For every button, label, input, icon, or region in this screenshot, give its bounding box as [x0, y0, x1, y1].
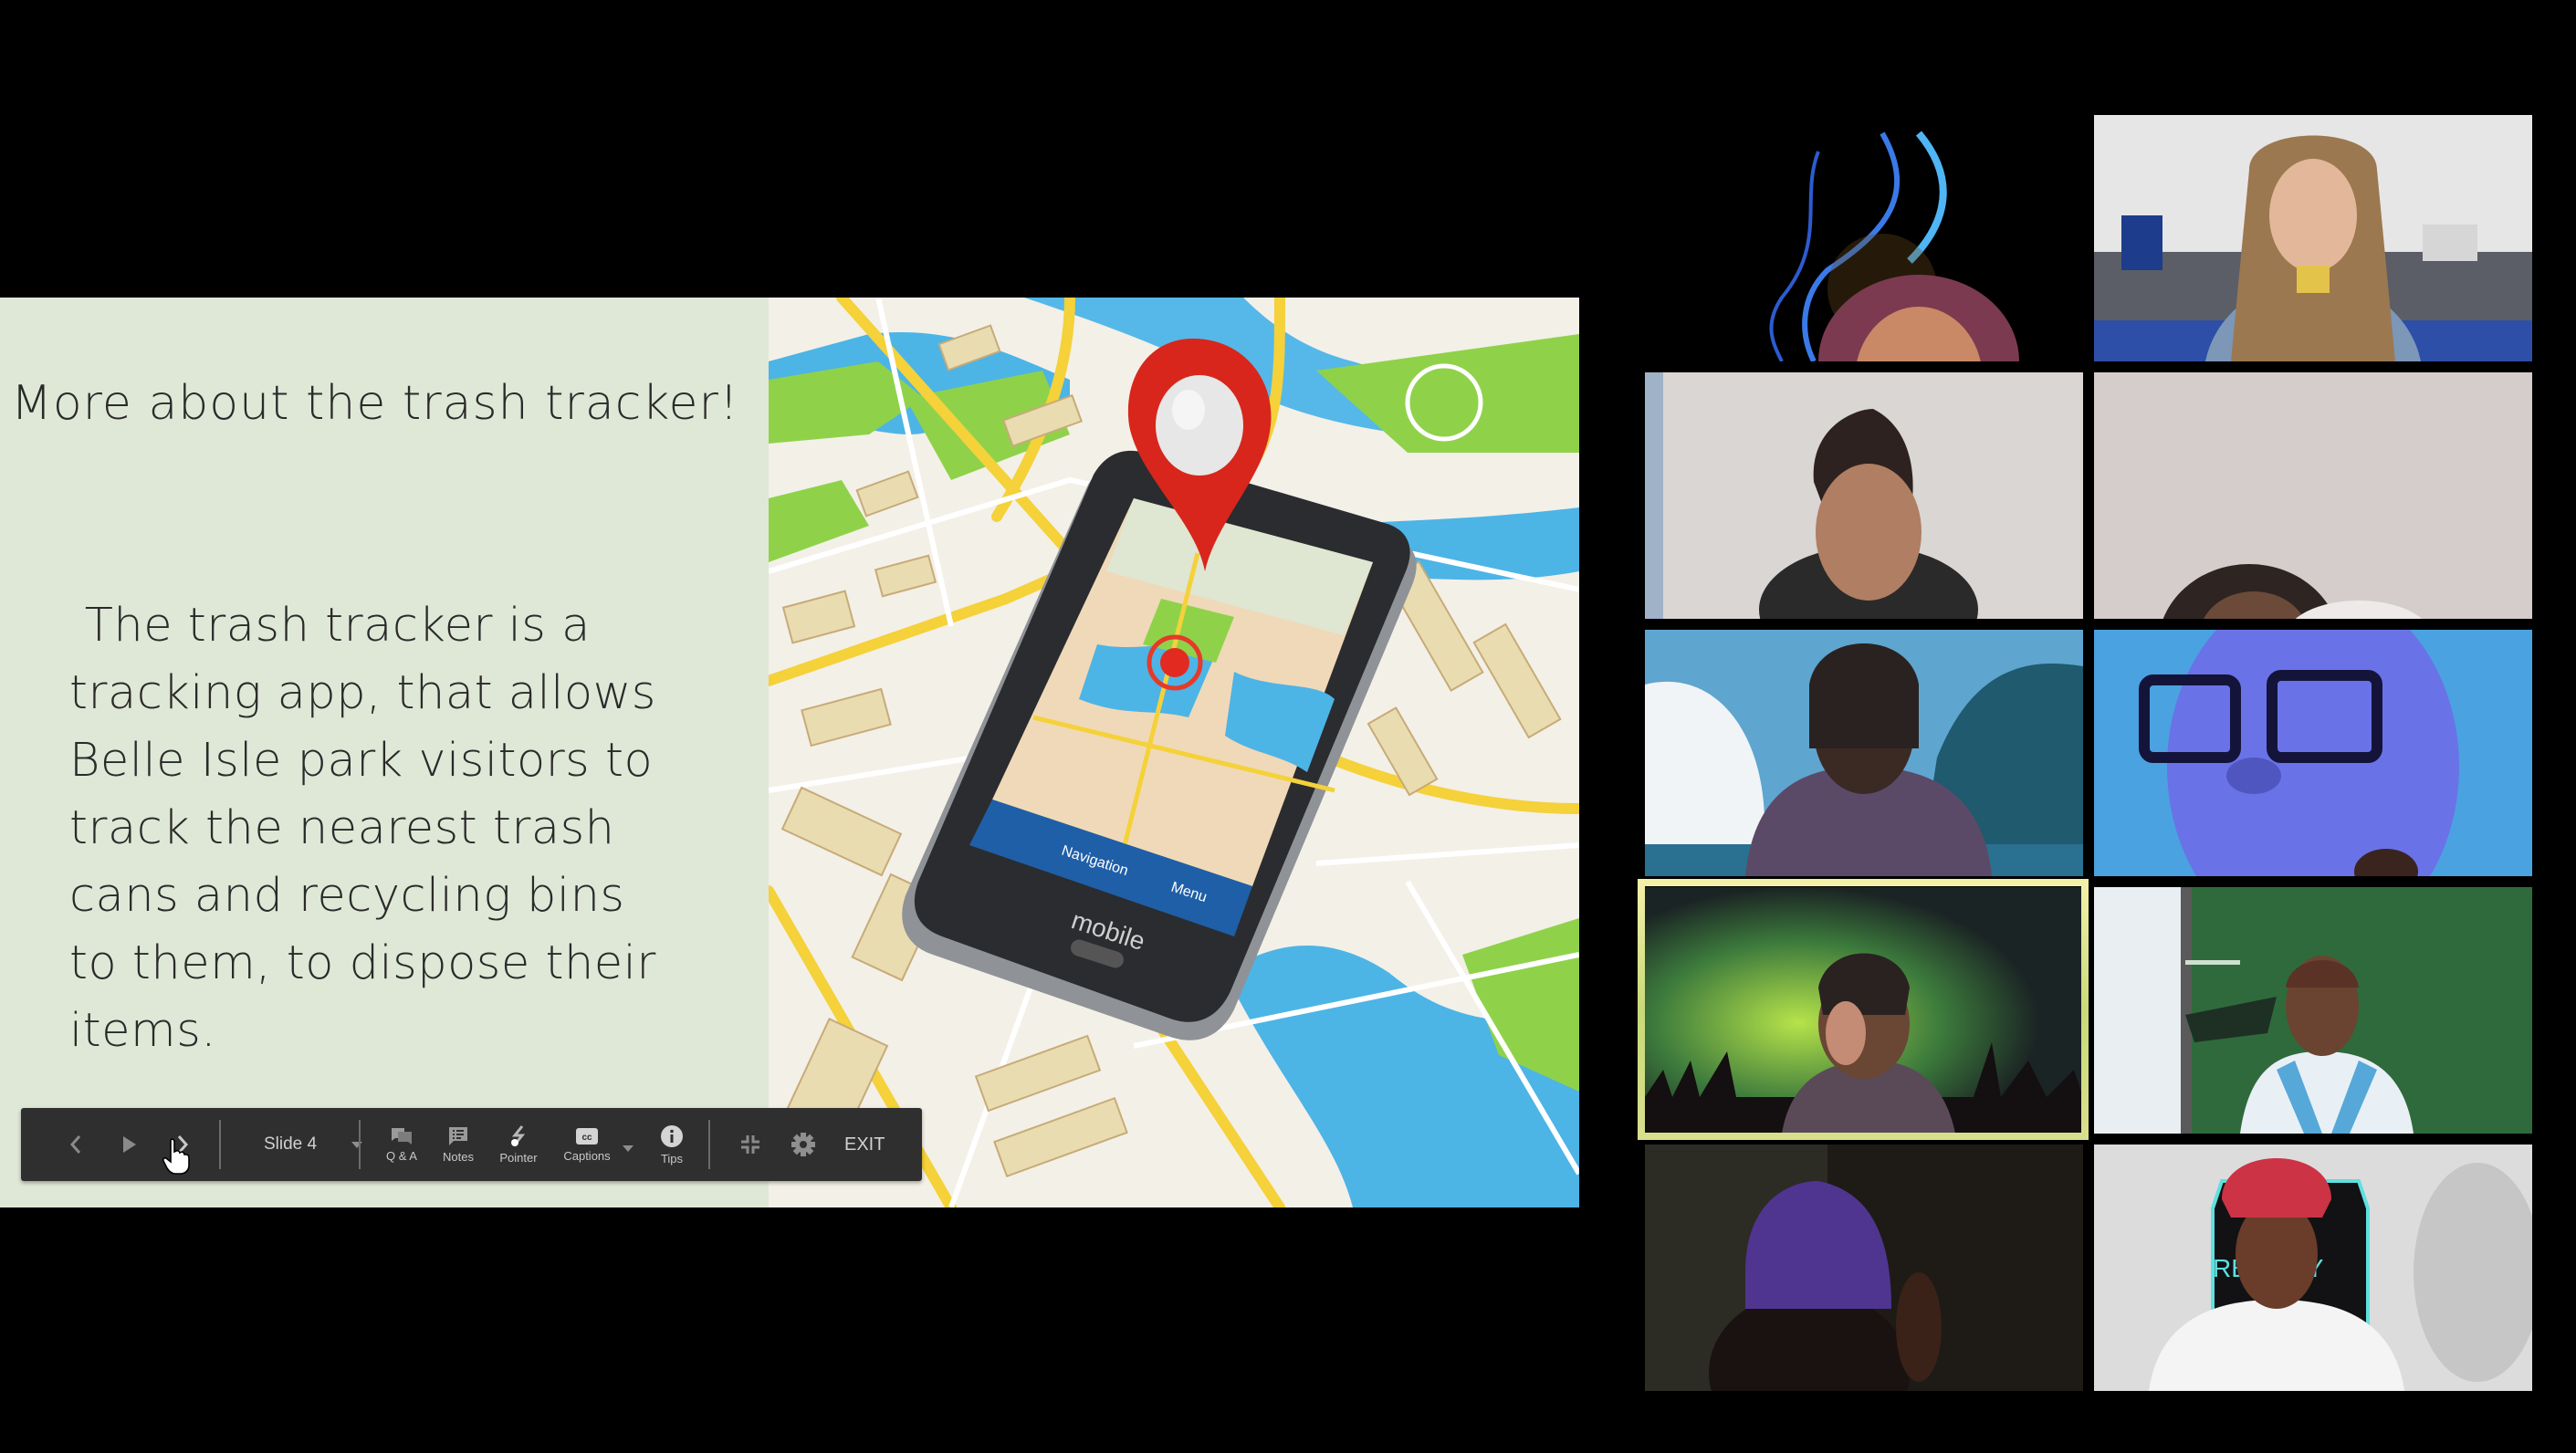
play-icon — [123, 1136, 136, 1153]
chevron-down-icon — [623, 1145, 634, 1152]
notes-label: Notes — [443, 1149, 474, 1164]
gear-icon — [791, 1133, 815, 1156]
slide-body-line: The trash tracker is a — [69, 599, 591, 653]
pointer-label: Pointer — [499, 1150, 538, 1165]
participant-video-tile[interactable] — [1645, 115, 2083, 361]
participant-video-tile[interactable] — [2094, 887, 2532, 1134]
participant-video-tile[interactable] — [1645, 1145, 2083, 1391]
tips-label: Tips — [660, 1151, 684, 1166]
slide-selector-dropdown[interactable]: Slide 4 — [243, 1108, 371, 1181]
participant-video-tile[interactable]: RE LITY — [2094, 1145, 2532, 1391]
participant-video-tile[interactable] — [1645, 372, 2083, 619]
toolbar-divider — [359, 1120, 361, 1169]
svg-text:cc: cc — [581, 1133, 592, 1143]
slide-selector-value: Slide 4 — [264, 1134, 318, 1154]
chevron-right-icon — [177, 1135, 189, 1154]
slide-body-line: Belle Isle park visitors to — [69, 734, 654, 788]
slide-body-line: to them, to dispose their — [69, 936, 656, 990]
participant-video-tile[interactable] — [1645, 630, 2083, 876]
qa-button[interactable]: Q & A — [379, 1108, 424, 1181]
chevron-down-icon — [351, 1141, 363, 1148]
participant-video-tile[interactable] — [2094, 372, 2532, 619]
presenter-toolbar: Slide 4 Q & A Notes Pointer cc Captions … — [21, 1108, 922, 1181]
qa-icon — [392, 1127, 412, 1145]
settings-button[interactable] — [788, 1108, 819, 1181]
captions-button[interactable]: cc Captions — [555, 1108, 619, 1181]
notes-button[interactable]: Notes — [435, 1108, 481, 1181]
info-icon — [661, 1124, 683, 1147]
laser-pointer-icon — [511, 1124, 526, 1146]
slide-body-text: The trash tracker is a tracking app, tha… — [69, 592, 690, 1065]
captions-icon: cc — [576, 1127, 598, 1145]
slide-body-line: cans and recycling bins — [69, 869, 625, 923]
toolbar-divider — [219, 1120, 221, 1169]
next-slide-button[interactable] — [169, 1108, 196, 1181]
exit-fullscreen-icon — [741, 1135, 759, 1154]
notes-icon — [449, 1126, 467, 1145]
play-button[interactable] — [116, 1108, 143, 1181]
toolbar-divider — [708, 1120, 710, 1169]
captions-label: Captions — [563, 1148, 611, 1163]
participant-video-tile-active[interactable] — [1645, 887, 2083, 1134]
presentation-slide: More about the trash tracker! The trash … — [0, 298, 1579, 1207]
tips-button[interactable]: Tips — [649, 1108, 695, 1181]
chevron-left-icon — [69, 1135, 81, 1154]
slide-body-line: items. — [69, 1004, 217, 1058]
slide-body-line: track the nearest trash — [69, 801, 615, 855]
exit-button[interactable]: EXIT — [844, 1108, 885, 1181]
qa-label: Q & A — [386, 1148, 417, 1163]
captions-options-dropdown[interactable] — [620, 1108, 636, 1181]
exit-fullscreen-button[interactable] — [737, 1108, 764, 1181]
slide-body-line: tracking app, that allows — [69, 666, 656, 720]
participant-video-tile[interactable] — [2094, 115, 2532, 361]
slide-title: More about the trash tracker! — [11, 376, 739, 431]
pointer-button[interactable]: Pointer — [491, 1108, 546, 1181]
previous-slide-button[interactable] — [62, 1108, 89, 1181]
participant-video-tile[interactable] — [2094, 630, 2532, 876]
slide-map-phone-image: Navigation Menu mobile — [769, 298, 1579, 1207]
